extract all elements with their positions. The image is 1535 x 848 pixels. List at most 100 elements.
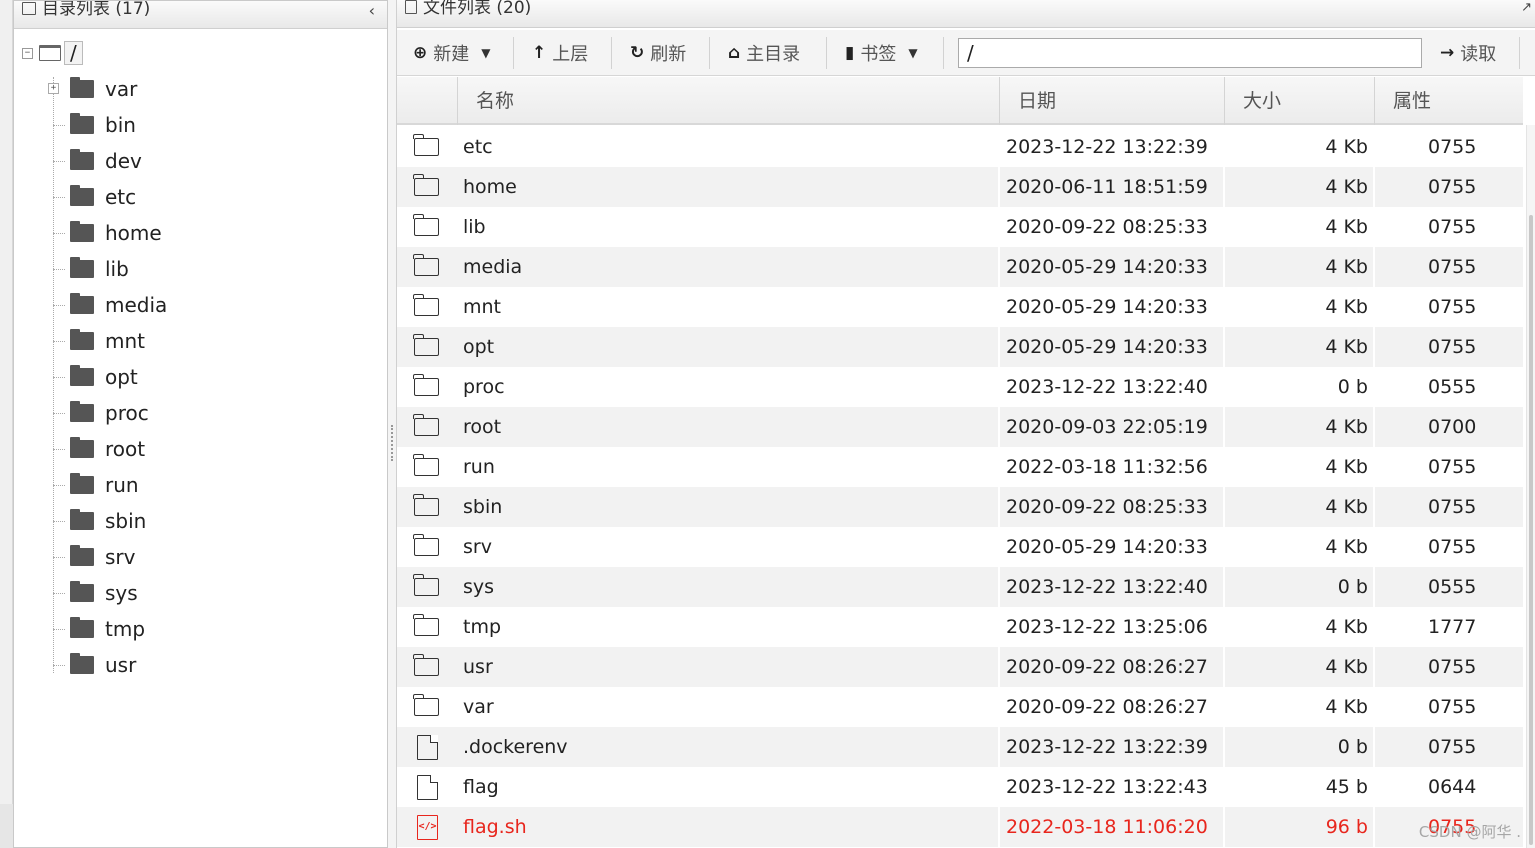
tree-item-dev[interactable]: dev — [53, 147, 142, 175]
cell-size: 4 Kb — [1325, 536, 1368, 558]
table-row[interactable]: </> flag.sh 2022-03-18 11:06:20 96 b 0755 — [397, 807, 1523, 847]
cell-name[interactable]: sbin — [463, 487, 502, 527]
file-list-panel: 文件列表 (20) ↗ ⊕ 新建 ▼ ↑ 上层 ↻ 刷新 ⌂ 主目录 ▮ 书签 ▼ / → 读取… — [397, 0, 1535, 848]
cell-name[interactable]: proc — [463, 367, 505, 407]
corner-arrow-icon[interactable]: ↗ — [1521, 0, 1532, 16]
icon-shape — [413, 414, 439, 436]
table-row[interactable]: sys 2023-12-22 13:22:40 0 b 0555 — [397, 567, 1523, 607]
folder-icon — [70, 113, 94, 134]
table-row[interactable]: etc 2023-12-22 13:22:39 4 Kb 0755 — [397, 127, 1523, 167]
cell-name[interactable]: .dockerenv — [463, 727, 568, 767]
cell-date: 2023-12-22 13:22:40 — [1006, 576, 1208, 598]
cell-name[interactable]: media — [463, 247, 522, 287]
column-header-size[interactable]: 大小 — [1224, 77, 1374, 125]
table-row[interactable]: usr 2020-09-22 08:26:27 4 Kb 0755 — [397, 647, 1523, 687]
table-row[interactable]: media 2020-05-29 14:20:33 4 Kb 0755 — [397, 247, 1523, 287]
cell-name[interactable]: run — [463, 447, 495, 487]
cell-name[interactable]: opt — [463, 327, 494, 367]
tree-item-run[interactable]: run — [53, 471, 139, 499]
tree-item-sbin[interactable]: sbin — [53, 507, 146, 535]
table-row[interactable]: root 2020-09-03 22:05:19 4 Kb 0700 — [397, 407, 1523, 447]
cell-name[interactable]: mnt — [463, 287, 501, 327]
tree-item-tmp[interactable]: tmp — [53, 615, 145, 643]
table-row[interactable]: var 2020-09-22 08:26:27 4 Kb 0755 — [397, 687, 1523, 727]
tree-item-root[interactable]: root — [53, 435, 145, 463]
tree-item-label: usr — [105, 653, 137, 677]
folder-icon — [70, 257, 94, 278]
directory-panel: 目录列表 (17) ‹ − / + var bin dev etc home lib medi… — [13, 0, 388, 848]
tree-root[interactable]: − / — [22, 41, 83, 65]
cell-name[interactable]: srv — [463, 527, 492, 567]
tree-item-var[interactable]: + var — [48, 75, 137, 103]
table-row[interactable]: run 2022-03-18 11:32:56 4 Kb 0755 — [397, 447, 1523, 487]
cell-divider — [1373, 327, 1375, 367]
icon-shape — [413, 294, 439, 316]
tree-root-label[interactable]: / — [64, 41, 83, 65]
folder-icon — [70, 617, 94, 638]
vertical-scrollbar[interactable] — [1526, 125, 1535, 848]
cell-name[interactable]: tmp — [463, 607, 501, 647]
tree-item-bin[interactable]: bin — [53, 111, 136, 139]
collapse-panel-icon[interactable]: ‹ — [369, 3, 375, 19]
tree-item-opt[interactable]: opt — [53, 363, 138, 391]
plus-circle-icon: ⊕ — [413, 43, 428, 63]
table-row[interactable]: proc 2023-12-22 13:22:40 0 b 0555 — [397, 367, 1523, 407]
tree-item-proc[interactable]: proc — [53, 399, 149, 427]
tree-branch-line — [53, 161, 65, 162]
cell-divider — [998, 167, 1000, 207]
toolbar-divider — [513, 37, 514, 69]
table-row[interactable]: tmp 2023-12-22 13:25:06 4 Kb 1777 — [397, 607, 1523, 647]
column-header-attr[interactable]: 属性 — [1374, 77, 1523, 125]
path-input[interactable]: / — [958, 38, 1422, 68]
cell-divider — [998, 807, 1000, 847]
cell-name[interactable]: etc — [463, 127, 493, 167]
table-row[interactable]: lib 2020-09-22 08:25:33 4 Kb 0755 — [397, 207, 1523, 247]
up-level-button[interactable]: ↑ 上层 — [532, 38, 588, 68]
tree-item-srv[interactable]: srv — [53, 543, 135, 571]
tree-item-lib[interactable]: lib — [53, 255, 129, 283]
table-row[interactable]: flag 2023-12-22 13:22:43 45 b 0644 — [397, 767, 1523, 807]
cell-size: 4 Kb — [1325, 256, 1368, 278]
new-button[interactable]: ⊕ 新建 ▼ — [413, 38, 490, 68]
table-row[interactable]: sbin 2020-09-22 08:25:33 4 Kb 0755 — [397, 487, 1523, 527]
tree-expand-toggle[interactable]: + — [48, 83, 59, 94]
cell-name[interactable]: flag — [463, 767, 499, 807]
cell-divider — [998, 687, 1000, 727]
tree-item-etc[interactable]: etc — [53, 183, 136, 211]
tree-item-label: media — [105, 293, 168, 317]
arrow-up-icon: ↑ — [532, 43, 547, 63]
table-row[interactable]: .dockerenv 2023-12-22 13:22:39 0 b 0755 — [397, 727, 1523, 767]
cell-attr: 0755 — [1428, 536, 1477, 558]
tree-item-mnt[interactable]: mnt — [53, 327, 145, 355]
cell-name[interactable]: sys — [463, 567, 494, 607]
bookmark-button[interactable]: ▮ 书签 ▼ — [845, 38, 918, 68]
column-header-name[interactable]: 名称 — [457, 77, 999, 125]
table-row[interactable]: home 2020-06-11 18:51:59 4 Kb 0755 — [397, 167, 1523, 207]
cell-name[interactable]: usr — [463, 647, 493, 687]
cell-attr: 0644 — [1428, 776, 1477, 798]
panel-splitter[interactable] — [388, 0, 397, 848]
column-header-date[interactable]: 日期 — [999, 77, 1224, 125]
home-directory-button[interactable]: ⌂ 主目录 — [728, 38, 800, 68]
cell-name[interactable]: flag.sh — [463, 807, 527, 847]
cell-name[interactable]: home — [463, 167, 517, 207]
table-row[interactable]: opt 2020-05-29 14:20:33 4 Kb 0755 — [397, 327, 1523, 367]
tree-item-usr[interactable]: usr — [53, 651, 137, 679]
table-row[interactable]: srv 2020-05-29 14:20:33 4 Kb 0755 — [397, 527, 1523, 567]
folder-icon — [413, 447, 442, 487]
cell-attr: 0755 — [1428, 296, 1477, 318]
tree-collapse-toggle[interactable]: − — [22, 47, 33, 59]
tree-item-sys[interactable]: sys — [53, 579, 138, 607]
refresh-button[interactable]: ↻ 刷新 — [630, 38, 686, 68]
cell-divider — [998, 567, 1000, 607]
cell-name[interactable]: var — [463, 687, 494, 727]
table-row[interactable]: mnt 2020-05-29 14:20:33 4 Kb 0755 — [397, 287, 1523, 327]
cell-name[interactable]: lib — [463, 207, 486, 247]
tree-item-media[interactable]: media — [53, 291, 168, 319]
read-button[interactable]: → 读取 — [1440, 38, 1496, 68]
splitter-grip[interactable] — [391, 425, 393, 461]
scrollbar-thumb[interactable] — [1529, 215, 1533, 845]
tree-item-home[interactable]: home — [53, 219, 162, 247]
cell-attr: 0755 — [1428, 456, 1477, 478]
cell-name[interactable]: root — [463, 407, 501, 447]
